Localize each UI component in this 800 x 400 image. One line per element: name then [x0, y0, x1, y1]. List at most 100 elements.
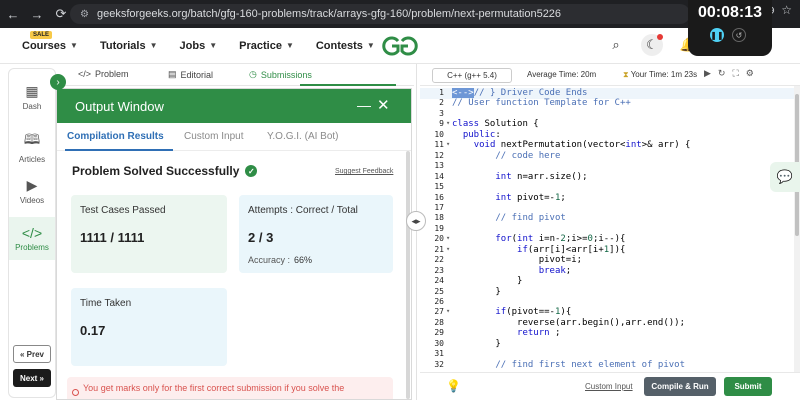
code-line[interactable]: 10 public: — [420, 130, 794, 141]
menu-tutorials[interactable]: Tutorials ▼ — [100, 40, 158, 52]
submit-button[interactable]: Submit — [724, 377, 772, 396]
tab-problem[interactable]: </> Problem — [78, 69, 129, 79]
code-line[interactable]: 32 // find first next element of pivot — [420, 360, 794, 371]
tab-compilation-results[interactable]: Compilation Results — [67, 131, 164, 142]
menu-practice[interactable]: Practice ▼ — [239, 40, 294, 52]
code-line[interactable]: 27 ▾ if(pivot==-1){ — [420, 307, 794, 318]
close-icon[interactable]: ✕ — [377, 96, 390, 114]
code-editor[interactable]: 1 <-->// } Driver Code Ends 2 // User funct… — [420, 86, 794, 372]
code-line[interactable]: 11 ▾ void nextPermutation(vector<int>& ar… — [420, 140, 794, 151]
fold-arrow-icon[interactable]: ▾ — [446, 119, 450, 127]
code-line[interactable]: 26 — [420, 297, 794, 308]
code-line[interactable]: 24 } — [420, 276, 794, 287]
resize-handle-icon[interactable]: ◂▸ — [406, 211, 426, 231]
reload-button[interactable]: ⟳ — [50, 3, 72, 25]
code-line[interactable]: 31 — [420, 349, 794, 360]
code-line[interactable]: 30 } — [420, 339, 794, 350]
code-line[interactable]: 20 ▾ for(int i=n-2;i>=0;i--){ — [420, 234, 794, 245]
code-line[interactable]: 22 pivot=i; — [420, 255, 794, 266]
site-info-icon[interactable]: ⚙ — [80, 9, 89, 20]
code-line[interactable]: 17 — [420, 203, 794, 214]
fold-arrow-icon[interactable]: ▾ — [446, 140, 450, 148]
code-line[interactable]: 15 — [420, 182, 794, 193]
test-cases-value: 1111 / 1111 — [80, 230, 145, 245]
line-number: 16 — [434, 192, 444, 202]
sale-badge: SALE — [30, 30, 53, 39]
menu-contests[interactable]: Contests ▼ — [316, 40, 375, 52]
lightbulb-icon[interactable]: 💡 — [446, 379, 461, 393]
header-actions: ⌕ ☾ 🔔36 — [605, 32, 705, 56]
prev-button[interactable]: « Prev — [13, 345, 51, 363]
tab-editorial-label: Editorial — [180, 69, 214, 80]
rail-item-videos[interactable]: ▶ Videos — [9, 177, 55, 205]
code-line[interactable]: 9 ▾ class Solution { — [420, 119, 794, 130]
gfg-logo-icon[interactable] — [380, 33, 420, 59]
menu-jobs[interactable]: Jobs ▼ — [180, 40, 218, 52]
line-number: 20 — [434, 234, 444, 244]
code-line[interactable]: 16 int pivot=-1; — [420, 193, 794, 204]
settings-icon[interactable]: ⚙ — [746, 68, 754, 79]
active-tab-indicator — [300, 84, 396, 86]
menu-courses[interactable]: SALE Courses ▼ — [22, 30, 78, 52]
code-line[interactable]: 29 return ; — [420, 328, 794, 339]
fold-arrow-icon[interactable]: ▾ — [446, 234, 450, 242]
rail-item-label: Videos — [19, 196, 45, 205]
fold-arrow-icon[interactable]: ▾ — [446, 307, 450, 315]
test-cases-label: Test Cases Passed — [80, 205, 166, 216]
code-line[interactable]: 12 // code here — [420, 151, 794, 162]
forward-button[interactable]: → — [26, 3, 48, 25]
tab-editorial[interactable]: ▤ Editorial — [168, 69, 213, 80]
moon-icon: ☾ — [646, 37, 658, 52]
tab-submissions[interactable]: ◷ Submissions — [249, 69, 312, 80]
minimize-icon[interactable]: — — [357, 97, 371, 113]
code-line[interactable]: 21 ▾ if(arr[i]<arr[i+1]){ — [420, 245, 794, 256]
line-number: 1 — [439, 88, 444, 97]
code-text: reverse(arr.begin(),arr.end()); — [452, 317, 685, 328]
output-scrollbar[interactable] — [406, 151, 410, 399]
suggest-feedback-link[interactable]: Suggest Feedback — [335, 168, 393, 175]
code-line[interactable]: 3 — [420, 109, 794, 120]
bookmark-star-icon[interactable]: ☆ — [781, 3, 792, 17]
reset-code-icon[interactable]: ↻ — [718, 68, 726, 79]
expand-arrow-icon[interactable]: › — [50, 74, 66, 90]
compile-run-button[interactable]: Compile & Run — [644, 377, 716, 396]
next-button[interactable]: Next » — [13, 369, 51, 387]
code-line[interactable]: 2 // User function Template for C++ — [420, 98, 794, 109]
code-text: // find pivot — [495, 213, 566, 224]
chat-icon[interactable]: 💬 — [770, 162, 800, 192]
editor-toolbar-icons: ▶ ↻ ⛶ ⚙ — [704, 68, 754, 79]
rail-item-problems[interactable]: </> Problems — [9, 217, 55, 260]
clock-icon: ◷ — [249, 69, 257, 79]
code-line[interactable]: 25 } — [420, 287, 794, 298]
attempts-value: 2 / 3 — [248, 230, 274, 245]
pause-icon[interactable]: ❚❚ — [710, 28, 724, 42]
left-rail: ▦ Dash 🕮 Articles ▶ Videos </> Problems … — [8, 68, 56, 398]
search-icon[interactable]: ⌕ — [605, 34, 627, 56]
code-line[interactable]: 23 break; — [420, 266, 794, 277]
code-line[interactable]: 1 <-->// } Driver Code Ends — [420, 88, 794, 99]
language-select[interactable]: C++ (g++ 5.4) — [432, 68, 512, 83]
code-text: if(arr[i]<arr[i+1]){ — [517, 244, 626, 255]
tab-custom-input[interactable]: Custom Input — [184, 131, 243, 142]
fold-arrow-icon[interactable]: ▾ — [446, 245, 450, 253]
code-line[interactable]: 19 — [420, 224, 794, 235]
fullscreen-icon[interactable]: ⛶ — [732, 68, 738, 79]
pane-divider — [416, 64, 417, 400]
code-line[interactable]: 13 — [420, 161, 794, 172]
code-line[interactable]: 28 reverse(arr.begin(),arr.end()); — [420, 318, 794, 329]
reset-icon[interactable]: ↺ — [732, 28, 746, 42]
custom-input-link[interactable]: Custom Input — [585, 382, 633, 391]
code-text: } — [452, 338, 501, 349]
address-bar[interactable]: ⚙ geeksforgeeks.org/batch/gfg-160-proble… — [70, 4, 690, 24]
info-icon — [72, 389, 79, 396]
code-line[interactable]: 14 int n=arr.size(); — [420, 172, 794, 183]
back-button[interactable]: ← — [2, 3, 24, 25]
tab-yogi-ai-bot[interactable]: Y.O.G.I. (AI Bot) — [267, 131, 339, 142]
tab-submissions-label: Submissions — [260, 69, 312, 80]
line-number: 2 — [439, 98, 444, 108]
rail-item-articles[interactable]: 🕮 Articles — [9, 129, 55, 164]
dark-mode-toggle[interactable]: ☾ — [641, 34, 663, 56]
code-line[interactable]: 18 // find pivot — [420, 213, 794, 224]
play-timer-icon[interactable]: ▶ — [704, 68, 711, 79]
rail-item-dash[interactable]: ▦ Dash — [9, 83, 55, 111]
